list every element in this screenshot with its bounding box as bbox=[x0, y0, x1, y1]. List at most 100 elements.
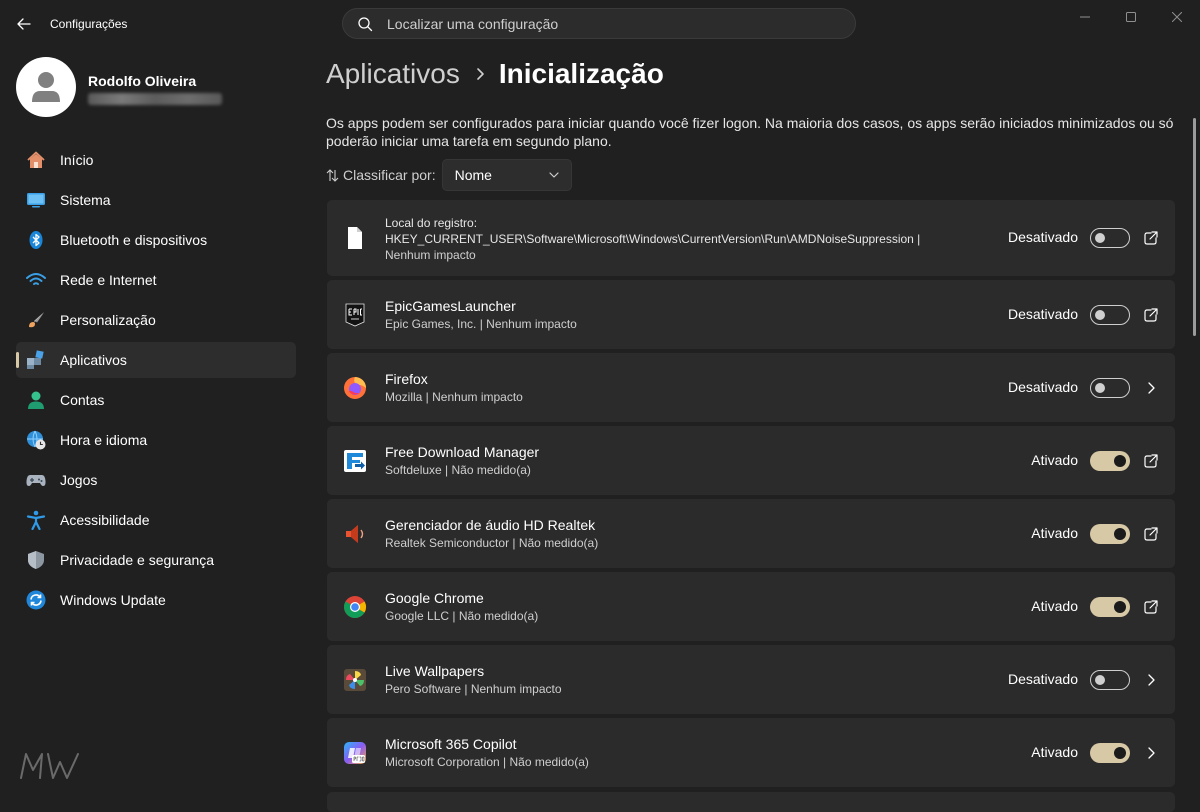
toggle-knob bbox=[1095, 233, 1105, 243]
sort-icon bbox=[326, 168, 339, 182]
startup-app-list: Local do registro: HKEY_CURRENT_USER\Sof… bbox=[327, 200, 1175, 791]
app-name: Firefox bbox=[385, 371, 428, 387]
sidebar-item-label: Bluetooth e dispositivos bbox=[60, 232, 208, 248]
sidebar-item-windows-update[interactable]: Windows Update bbox=[16, 582, 296, 618]
accessibility-icon bbox=[26, 510, 46, 530]
live-wallpapers-icon bbox=[344, 668, 366, 691]
close-button[interactable] bbox=[1154, 6, 1200, 28]
startup-toggle[interactable] bbox=[1090, 523, 1130, 544]
startup-toggle[interactable] bbox=[1090, 377, 1130, 398]
app-name: Free Download Manager bbox=[385, 444, 540, 460]
open-location-button[interactable] bbox=[1142, 525, 1160, 543]
person-icon bbox=[28, 391, 44, 409]
open-external-icon bbox=[1144, 231, 1158, 245]
shield-icon bbox=[28, 551, 44, 569]
app-name: Google Chrome bbox=[385, 590, 484, 606]
registry-impact: Nenhum impacto bbox=[385, 248, 476, 262]
scrollbar-thumb[interactable] bbox=[1193, 118, 1196, 336]
sidebar-item-inicio[interactable]: Início bbox=[16, 142, 296, 178]
startup-toggle[interactable] bbox=[1090, 596, 1130, 617]
startup-toggle[interactable] bbox=[1090, 742, 1130, 763]
sidebar-item-label: Contas bbox=[60, 392, 105, 408]
registry-label: Local do registro: bbox=[385, 216, 478, 230]
watermark-logo bbox=[20, 753, 79, 779]
profile-email-blurred bbox=[88, 93, 222, 105]
sidebar-item-privacidade[interactable]: Privacidade e segurança bbox=[16, 542, 296, 578]
open-location-button[interactable] bbox=[1142, 598, 1160, 616]
chevron-right-icon bbox=[1148, 673, 1155, 686]
breadcrumb: Aplicativos Inicialização bbox=[326, 58, 664, 90]
open-external-icon bbox=[1144, 599, 1158, 614]
search-input[interactable] bbox=[385, 14, 829, 33]
breadcrumb-parent-link[interactable]: Aplicativos bbox=[326, 58, 460, 90]
startup-row-google-chrome: Google Chrome Google LLC | Não medido(a)… bbox=[327, 572, 1175, 641]
open-location-button[interactable] bbox=[1142, 229, 1160, 247]
sidebar-item-aplicativos[interactable]: Aplicativos bbox=[16, 342, 296, 378]
sidebar-item-rede[interactable]: Rede e Internet bbox=[16, 262, 296, 298]
startup-row-firefox: Firefox Mozilla | Nenhum impacto Desativ… bbox=[327, 353, 1175, 422]
app-details: Epic Games, Inc. | Nenhum impacto bbox=[385, 317, 577, 331]
chevron-right-icon bbox=[476, 67, 485, 81]
firefox-icon bbox=[344, 376, 366, 399]
expand-button[interactable] bbox=[1142, 744, 1160, 762]
sidebar-item-hora-idioma[interactable]: Hora e idioma bbox=[16, 422, 296, 458]
sort-dropdown[interactable]: Nome bbox=[441, 159, 572, 191]
sidebar-item-bluetooth[interactable]: Bluetooth e dispositivos bbox=[16, 222, 296, 258]
chrome-icon bbox=[344, 595, 366, 618]
speaker-icon bbox=[346, 524, 364, 543]
sort-label: Classificar por: bbox=[343, 167, 436, 183]
startup-row-partial bbox=[327, 792, 1175, 812]
toggle-knob bbox=[1095, 674, 1105, 685]
toggle-knob bbox=[1114, 746, 1126, 759]
open-external-icon bbox=[1144, 307, 1158, 322]
gamepad-icon bbox=[26, 475, 46, 486]
page-description: Os apps podem ser configurados para inic… bbox=[326, 115, 1174, 149]
sidebar-item-acessibilidade[interactable]: Acessibilidade bbox=[16, 502, 296, 538]
registry-path: HKEY_CURRENT_USER\Software\Microsoft\Win… bbox=[385, 232, 921, 246]
profile-name: Rodolfo Oliveira bbox=[88, 73, 197, 89]
startup-toggle[interactable] bbox=[1090, 450, 1130, 471]
startup-toggle[interactable] bbox=[1090, 669, 1130, 690]
minimize-icon bbox=[1080, 16, 1090, 18]
app-title: Configurações bbox=[50, 17, 128, 31]
startup-row-epicgameslauncher: EpicGamesLauncher Epic Games, Inc. | Nen… bbox=[327, 280, 1175, 349]
minimize-button[interactable] bbox=[1062, 6, 1108, 28]
sidebar-item-personalizacao[interactable]: Personalização bbox=[16, 302, 296, 338]
startup-toggle[interactable] bbox=[1090, 304, 1130, 325]
back-arrow-icon bbox=[17, 18, 31, 30]
startup-state-label: Ativado bbox=[1031, 743, 1078, 760]
sidebar-item-sistema[interactable]: Sistema bbox=[16, 182, 296, 218]
sidebar-item-label: Aplicativos bbox=[60, 352, 127, 368]
expand-button[interactable] bbox=[1142, 671, 1160, 689]
app-name: Gerenciador de áudio HD Realtek bbox=[385, 517, 596, 533]
home-icon bbox=[27, 151, 45, 168]
sidebar-item-label: Personalização bbox=[60, 312, 156, 328]
apps-icon bbox=[27, 350, 44, 369]
sidebar-item-label: Windows Update bbox=[60, 592, 166, 608]
maximize-button[interactable] bbox=[1108, 6, 1154, 28]
app-details: Microsoft Corporation | Não medido(a) bbox=[385, 755, 589, 769]
toggle-knob bbox=[1114, 600, 1126, 613]
maximize-icon bbox=[1126, 12, 1136, 22]
chevron-right-icon bbox=[1148, 381, 1155, 394]
free-download-manager-icon bbox=[344, 449, 366, 472]
app-name: Microsoft 365 Copilot bbox=[385, 736, 517, 752]
app-name: Live Wallpapers bbox=[385, 663, 485, 679]
back-button[interactable] bbox=[12, 12, 36, 36]
expand-button[interactable] bbox=[1142, 379, 1160, 397]
sidebar-item-jogos[interactable]: Jogos bbox=[16, 462, 296, 498]
sidebar-item-label: Privacidade e segurança bbox=[60, 552, 215, 568]
globe-clock-icon bbox=[27, 430, 46, 450]
open-location-button[interactable] bbox=[1142, 306, 1160, 324]
brush-icon bbox=[29, 312, 44, 328]
startup-toggle[interactable] bbox=[1090, 228, 1130, 248]
app-details: Realtek Semiconductor | Não medido(a) bbox=[385, 536, 599, 550]
open-location-button[interactable] bbox=[1142, 452, 1160, 470]
search-box[interactable] bbox=[342, 8, 856, 39]
toggle-knob bbox=[1114, 454, 1126, 467]
sort-selected-value: Nome bbox=[454, 167, 492, 183]
wifi-icon bbox=[26, 273, 46, 285]
toggle-knob bbox=[1114, 527, 1126, 540]
sidebar-item-label: Hora e idioma bbox=[60, 432, 148, 448]
sidebar-item-contas[interactable]: Contas bbox=[16, 382, 296, 418]
